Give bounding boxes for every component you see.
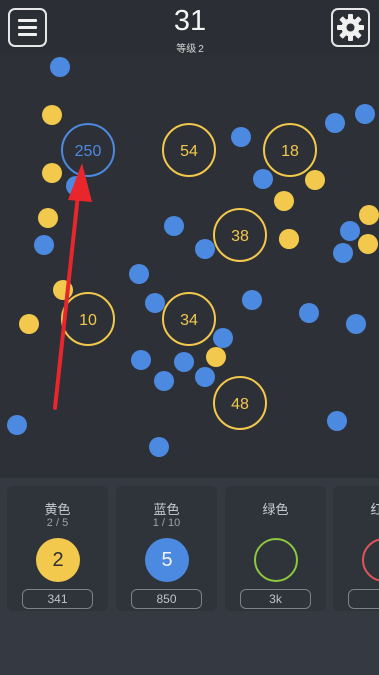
shop-card-blue[interactable]: 蓝色 1 / 10 5 850 (116, 486, 217, 611)
ball (325, 113, 345, 133)
block-value: 250 (75, 143, 102, 160)
ball (242, 290, 262, 310)
ball-label: 5 (161, 548, 173, 571)
hamburger-menu-icon (18, 19, 37, 22)
ball (154, 371, 174, 391)
menu-button[interactable] (8, 8, 47, 47)
ball (213, 328, 233, 348)
ball (19, 314, 39, 334)
card-title: 蓝色 (153, 502, 180, 517)
ball (359, 205, 379, 225)
ball (299, 303, 319, 323)
ball (274, 191, 294, 211)
level-label: 等级 (176, 44, 197, 55)
level-indicator: 等级 2 (140, 40, 240, 55)
ball (7, 415, 27, 435)
number-block: 34 (162, 292, 216, 346)
block-value: 18 (281, 143, 299, 160)
yellow-ball-button[interactable]: 2 (36, 538, 80, 582)
ball (164, 216, 184, 236)
ball (355, 104, 375, 124)
number-block: 54 (162, 123, 216, 177)
block-value: 38 (231, 228, 249, 245)
ball (206, 347, 226, 367)
green-ball-button[interactable] (254, 538, 298, 582)
ball (129, 264, 149, 284)
settings-button[interactable] (331, 8, 370, 47)
upgrade-panel: 黄色 2 / 5 2 341 蓝色 1 / 10 5 850 绿色 3k 红色 (0, 478, 379, 675)
ball (195, 239, 215, 259)
number-block: 38 (213, 208, 267, 262)
shop-card-red[interactable]: 红色 (333, 486, 379, 611)
ball (231, 127, 251, 147)
ball (42, 163, 62, 183)
ball (333, 243, 353, 263)
block-value: 10 (79, 312, 97, 329)
shop-card-green[interactable]: 绿色 3k (225, 486, 326, 611)
card-title: 红色 (370, 502, 379, 517)
level-value: 2 (198, 44, 204, 55)
card-title: 绿色 (262, 502, 289, 517)
ball (42, 105, 62, 125)
block-value: 48 (231, 396, 249, 413)
cost-button[interactable]: 3k (240, 589, 311, 609)
hamburger-menu-icon (18, 26, 37, 29)
score: 31 (173, 5, 207, 37)
ball (253, 169, 273, 189)
block-value: 54 (180, 143, 198, 160)
shop-card-yellow[interactable]: 黄色 2 / 5 2 341 (7, 486, 108, 611)
ball (131, 350, 151, 370)
cost-button[interactable]: 341 (22, 589, 93, 609)
ball (145, 293, 165, 313)
ball (149, 437, 169, 457)
block-value: 34 (180, 312, 198, 329)
cost-button[interactable] (348, 589, 379, 609)
card-title: 黄色 (44, 502, 71, 517)
game-canvas[interactable]: 250 54 18 38 10 34 48 (0, 55, 379, 478)
top-bar: 31 等级 2 (0, 0, 379, 55)
ball (279, 229, 299, 249)
number-block: 48 (213, 376, 267, 430)
ball (34, 235, 54, 255)
ball (358, 234, 378, 254)
card-count: 1 / 10 (152, 517, 181, 529)
ball-label: 2 (52, 548, 64, 571)
ball (305, 170, 325, 190)
ball (50, 57, 70, 77)
number-block: 18 (263, 123, 317, 177)
ball (195, 367, 215, 387)
card-count: 2 / 5 (46, 517, 69, 529)
ball (346, 314, 366, 334)
ball (340, 221, 360, 241)
gear-icon (337, 14, 364, 41)
red-ball-button[interactable] (362, 538, 379, 582)
hamburger-menu-icon (18, 33, 37, 36)
number-block: 10 (61, 292, 115, 346)
game-arena[interactable]: 250 54 18 38 10 34 48 (0, 55, 379, 478)
ball (38, 208, 58, 228)
ball (327, 411, 347, 431)
number-block: 250 (61, 123, 115, 177)
ball (174, 352, 194, 372)
blue-ball-button[interactable]: 5 (145, 538, 189, 582)
cost-button[interactable]: 850 (131, 589, 202, 609)
